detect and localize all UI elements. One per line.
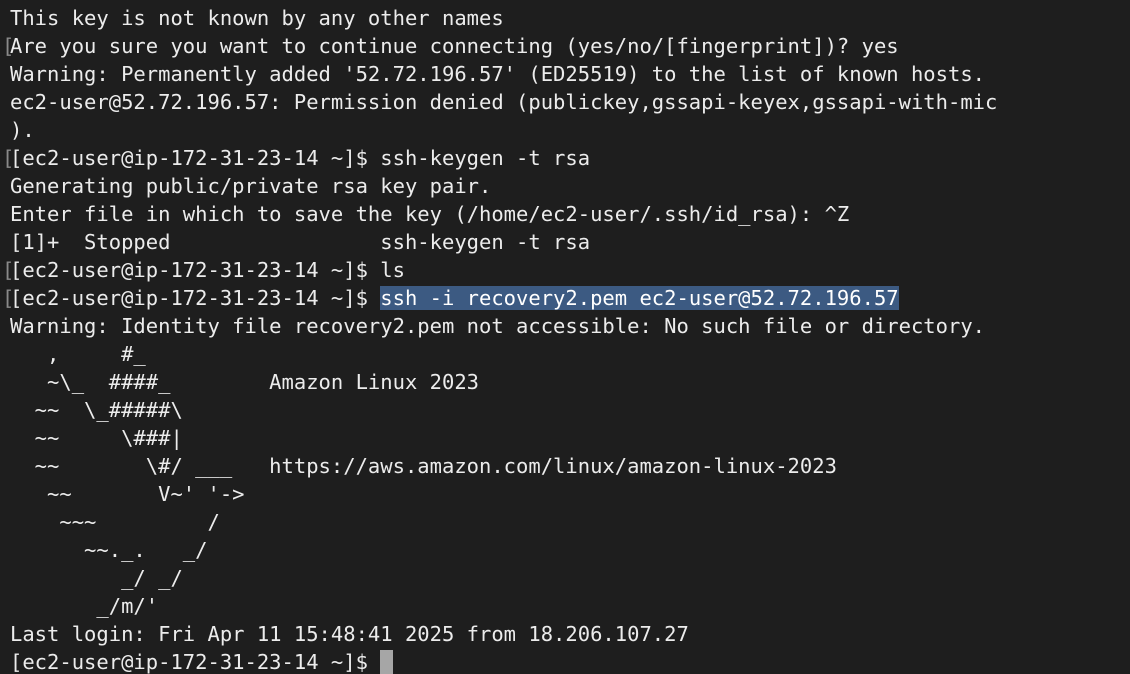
banner-line: _/ _/: [10, 566, 183, 590]
command-text: ls: [380, 258, 405, 282]
terminal-line: ).: [10, 118, 35, 142]
prompt-mark: [: [2, 258, 15, 282]
banner-line: ~~ \_#####\: [10, 398, 183, 422]
shell-prompt: [ec2-user@ip-172-31-23-14 ~]$: [10, 286, 381, 310]
shell-prompt: [ec2-user@ip-172-31-23-14 ~]$: [10, 650, 381, 674]
command-text: ssh-keygen -t rsa: [380, 146, 591, 170]
command-line: [[ec2-user@ip-172-31-23-14 ~]$ ssh -i re…: [2, 284, 1130, 312]
banner-line: ~~ V~' '->: [10, 482, 245, 506]
prompt-mark: [: [2, 286, 15, 310]
active-prompt-line[interactable]: [ec2-user@ip-172-31-23-14 ~]$: [10, 648, 1130, 674]
banner-line: ~~._. _/: [10, 538, 208, 562]
terminal-line-text: Are you sure you want to continue connec…: [10, 34, 899, 58]
terminal-line: ec2-user@52.72.196.57: Permission denied…: [10, 90, 998, 114]
command-line: [[ec2-user@ip-172-31-23-14 ~]$ ls: [2, 256, 1130, 284]
banner-line: ~~ \#/ ___ https://aws.amazon.com/linux/…: [10, 454, 837, 478]
terminal-line: [1]+ Stopped ssh-keygen -t rsa: [10, 230, 591, 254]
shell-prompt: [ec2-user@ip-172-31-23-14 ~]$: [10, 146, 381, 170]
terminal-window[interactable]: This key is not known by any other names…: [0, 0, 1130, 674]
prompt-mark: [: [2, 34, 15, 58]
last-login-line: Last login: Fri Apr 11 15:48:41 2025 fro…: [10, 622, 689, 646]
terminal-line: [Are you sure you want to continue conne…: [2, 32, 1130, 60]
terminal-line: This key is not known by any other names: [10, 6, 504, 30]
terminal-line: Enter file in which to save the key (/ho…: [10, 202, 850, 226]
terminal-line: Warning: Identity file recovery2.pem not…: [10, 314, 986, 338]
command-line: [[ec2-user@ip-172-31-23-14 ~]$ ssh-keyge…: [2, 144, 1130, 172]
banner-line: ~~~ /: [10, 510, 220, 534]
shell-prompt: [ec2-user@ip-172-31-23-14 ~]$: [10, 258, 381, 282]
terminal-line: Generating public/private rsa key pair.: [10, 174, 492, 198]
prompt-mark: [: [2, 146, 15, 170]
selected-command-text[interactable]: ssh -i recovery2.pem ec2-user@52.72.196.…: [380, 286, 899, 310]
banner-line: ~~ \###|: [10, 426, 183, 450]
text-cursor: [380, 650, 394, 674]
banner-line: ~\_ ####_ Amazon Linux 2023: [10, 370, 479, 394]
banner-line: , #_: [10, 342, 146, 366]
banner-line: _/m/': [10, 594, 159, 618]
terminal-line: Warning: Permanently added '52.72.196.57…: [10, 62, 986, 86]
